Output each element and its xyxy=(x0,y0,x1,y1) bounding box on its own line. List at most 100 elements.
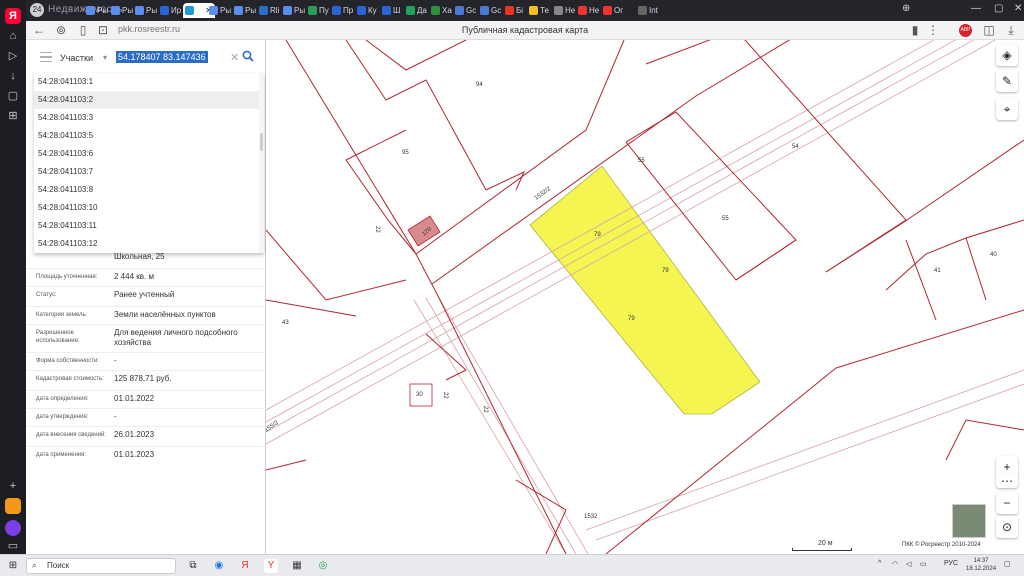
tab-label: Gc xyxy=(466,6,477,15)
info-row: Категория земель: Земли населённых пункто… xyxy=(26,306,266,319)
tab-favicon-icon xyxy=(357,6,366,15)
info-value: Для ведения личного подсобного хозяйства xyxy=(114,328,238,347)
info-value: 01.01.2023 xyxy=(114,450,155,459)
alice-icon[interactable] xyxy=(5,520,21,536)
menu-icon[interactable] xyxy=(40,52,52,62)
clock[interactable]: 14:37 18.12.2024 xyxy=(966,557,996,573)
maximize-icon[interactable]: ▢ xyxy=(994,3,1003,14)
adblock-icon[interactable]: ABP xyxy=(959,24,972,37)
yandex-logo-icon[interactable]: Я xyxy=(5,8,21,24)
info-label: Категория земель: xyxy=(36,312,88,318)
tab-label: Ир xyxy=(171,6,182,15)
volume-icon[interactable]: ◁ xyxy=(906,560,911,568)
taskbar-search[interactable]: ⌕ Поиск xyxy=(26,558,176,574)
scale-label: 20 м xyxy=(818,540,833,547)
suggestions-scrollbar[interactable] xyxy=(259,73,264,253)
layers-icon[interactable]: ◈ xyxy=(996,44,1018,66)
battery-icon[interactable]: ▭ xyxy=(920,560,927,568)
bookmark-page-icon[interactable]: ▮ xyxy=(908,23,922,37)
info-label: дата внесения сведений: xyxy=(36,432,106,438)
browser-tab[interactable]: Int xyxy=(636,3,668,18)
edge-icon[interactable]: ◉ xyxy=(212,559,226,573)
suggestion-item[interactable]: 54:28:041103:10 xyxy=(34,199,264,217)
cadastral-map[interactable]: 94 95 55 54 55 79 79 79 41 40 43 30 22 22 22 1532 1532/2… xyxy=(266,40,1024,554)
zoom-out-button[interactable]: − xyxy=(996,492,1018,514)
suggestion-item[interactable]: 54:28:041103:11 xyxy=(34,217,264,235)
ruler-icon[interactable]: ✎ xyxy=(996,70,1018,92)
extensions-icon[interactable]: ◫ xyxy=(982,23,996,37)
tab-favicon-icon xyxy=(603,6,612,15)
tab-favicon-icon xyxy=(332,6,341,15)
download-icon[interactable]: ↓ xyxy=(5,68,21,84)
map-canvas[interactable]: 94 95 55 54 55 79 79 79 41 40 43 30 22 22 22 1532 1532/2… xyxy=(266,40,1024,554)
search-icon[interactable] xyxy=(242,50,254,62)
tab-favicon-icon xyxy=(259,6,268,15)
new-tab-icon[interactable]: ⊕ xyxy=(902,3,910,14)
feedback-icon[interactable]: ⊙ xyxy=(996,516,1018,538)
apps-icon[interactable]: ⊞ xyxy=(5,108,21,124)
info-row: Площадь уточненная: 2 444 кв. м xyxy=(26,268,266,281)
clear-icon[interactable]: ✕ xyxy=(230,51,239,64)
downloads-icon[interactable]: ⤓ xyxy=(1004,23,1018,37)
network-icon[interactable]: ◠ xyxy=(892,560,898,568)
tab-favicon-icon xyxy=(554,6,563,15)
tab-favicon-icon xyxy=(160,6,169,15)
yandex-browser-icon[interactable]: Y xyxy=(264,559,278,573)
calculator-icon[interactable]: ▦ xyxy=(290,559,304,573)
tab-label: Ха xyxy=(442,6,452,15)
tray-expand-icon[interactable]: ^ xyxy=(878,560,881,567)
info-value: 2 444 кв. м xyxy=(114,272,154,281)
language-indicator[interactable]: РУС xyxy=(944,560,958,567)
info-label: дата определения: xyxy=(36,396,89,402)
map-label: 22 xyxy=(374,226,380,233)
close-window-icon[interactable]: ✕ xyxy=(1014,3,1022,14)
more-icon[interactable]: ⋮ xyxy=(926,23,940,37)
home-icon[interactable]: ⌂ xyxy=(5,28,21,44)
map-label: 1532 xyxy=(584,514,598,520)
mail-icon[interactable] xyxy=(5,498,21,514)
suggestion-item[interactable]: 54:28:041103:1 xyxy=(34,73,264,91)
suggestion-item[interactable]: 54:28:041103:2 xyxy=(34,91,264,109)
tabs-icon[interactable]: ▢ xyxy=(5,88,21,104)
search-input[interactable]: 54.178407 83.147436 xyxy=(116,51,208,63)
suggestion-item[interactable]: 54:28:041103:8 xyxy=(34,181,264,199)
clock-date: 18.12.2024 xyxy=(966,566,997,572)
play-icon[interactable]: ▷ xyxy=(5,48,21,64)
panel-toggle-icon[interactable]: ▭ xyxy=(5,538,21,554)
suggestion-item[interactable]: 54:28:041103:12 xyxy=(34,235,264,253)
suggestion-item[interactable]: 54:28:041103:6 xyxy=(34,145,264,163)
info-panel: Участки ▾ 54.178407 83.147436 ✕ ‹ Школьн… xyxy=(26,40,274,554)
notifications-icon[interactable]: ▢ xyxy=(1004,560,1011,568)
tab-favicon-icon xyxy=(308,6,317,15)
windows-start-icon[interactable]: ⊞ xyxy=(6,559,20,573)
search-type-select[interactable]: Участки xyxy=(60,53,93,63)
yandex-icon[interactable]: Я xyxy=(238,559,252,573)
chevron-down-icon[interactable]: ▾ xyxy=(103,53,107,62)
tab-favicon-icon xyxy=(86,6,95,15)
tab-favicon-icon xyxy=(382,6,391,15)
info-label: Кадастровая стоимость: xyxy=(36,376,104,382)
minimize-icon[interactable]: — xyxy=(971,3,981,14)
tab-label: Int xyxy=(649,6,658,15)
map-label: 41 xyxy=(934,268,941,274)
whatsapp-icon[interactable]: ◎ xyxy=(316,559,330,573)
tab-count-badge[interactable]: 24 xyxy=(30,3,44,17)
info-value: - xyxy=(114,412,117,421)
info-value: 125 878,71 руб. xyxy=(114,374,172,383)
info-label: Разрешенное использование: xyxy=(36,330,80,344)
satellite-thumbnail[interactable] xyxy=(952,504,986,538)
tab-favicon-icon xyxy=(505,6,514,15)
suggestion-item[interactable]: 54:28:041103:5 xyxy=(34,127,264,145)
tab-favicon-icon xyxy=(431,6,440,15)
browser-tab[interactable]: Ог xyxy=(601,3,633,18)
zoom-more-icon[interactable]: ⋯ xyxy=(996,474,1018,488)
add-icon[interactable]: + xyxy=(5,478,21,494)
search-bar: Участки ▾ 54.178407 83.147436 ✕ xyxy=(30,46,262,70)
suggestion-item[interactable]: 54:28:041103:3 xyxy=(34,109,264,127)
tab-label: Ш xyxy=(393,6,401,15)
suggestion-item[interactable]: 54:28:041103:7 xyxy=(34,163,264,181)
tab-label: Ры xyxy=(97,6,109,15)
task-view-icon[interactable]: ⧉ xyxy=(186,559,200,573)
map-label: 55 xyxy=(638,158,645,164)
location-icon[interactable]: ⌖ xyxy=(996,98,1018,120)
